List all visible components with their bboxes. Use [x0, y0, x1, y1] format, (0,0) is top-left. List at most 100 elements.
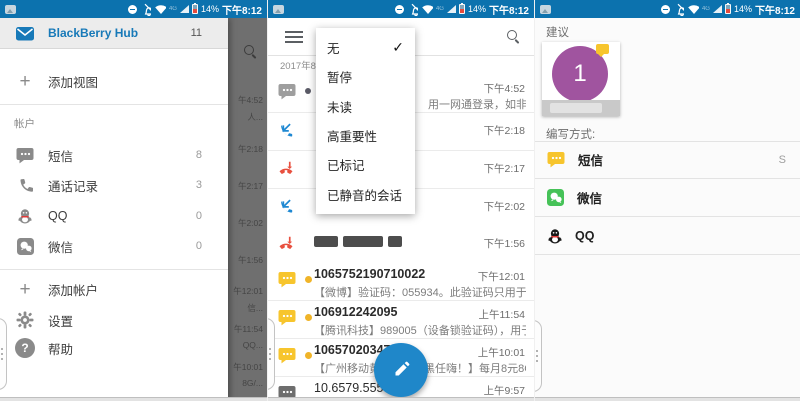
screen-bottom-edge — [535, 397, 800, 401]
qq-icon — [18, 209, 32, 224]
screenshot-notification-icon — [273, 4, 284, 14]
sidebar-item-label: 微信 — [48, 240, 74, 255]
do-not-disturb-icon — [394, 4, 404, 14]
compose-method-wechat[interactable]: 微信 — [535, 179, 800, 217]
row-sender: 106912242095 — [314, 305, 398, 319]
bg-fragment: 午11:54 — [233, 324, 263, 334]
hub-row-sms[interactable]: 1065752190710022 下午12:01 【微博】验证码：055934。… — [268, 263, 534, 301]
compose-method-label: 编写方式: — [546, 129, 596, 141]
sidebar-item-sms[interactable]: 短信 8 — [0, 140, 228, 170]
menu-item-label: 未读 — [327, 100, 353, 115]
compose-method-sms[interactable]: 短信 S — [535, 141, 800, 179]
compose-suggestions-screen: 4G 14% 下午8:12 建议 1 编写方式: 短信 S 微信 QQ — [534, 0, 800, 401]
menu-icon[interactable] — [285, 31, 303, 33]
productivity-tab-handle[interactable] — [535, 320, 542, 392]
hub-list-screen: 4G 14% 下午8:12 2017年8月 下午4:52 用一网通登录，如非本人… — [267, 0, 534, 401]
add-view-label: 添加视图 — [48, 75, 99, 90]
sidebar-item-label: QQ — [48, 209, 68, 223]
sms-icon — [278, 310, 296, 326]
row-time: 上午10:01 — [477, 347, 525, 359]
search-icon — [244, 45, 256, 57]
row-time: 下午2:17 — [483, 163, 525, 175]
sidebar-item-label: 短信 — [48, 149, 74, 164]
bg-fragment: 午2:17 — [237, 181, 263, 191]
bg-fragment: 午4:52 — [237, 95, 263, 105]
do-not-disturb-icon — [127, 4, 137, 14]
hub-row-sms[interactable]: 106912242095 上午11:54 【腾讯科技】989005（设备锁验证码… — [268, 301, 534, 339]
incoming-call-icon — [281, 199, 293, 213]
menu-item-high-importance[interactable]: 高重要性 — [316, 121, 415, 150]
compose-method-qq[interactable]: QQ — [535, 217, 800, 255]
row-time: 下午2:18 — [483, 125, 525, 137]
suggestions-title: 建议 — [546, 27, 569, 39]
clock: 下午8:12 — [488, 5, 529, 17]
bg-fragment: QQ... — [242, 340, 263, 350]
productivity-tab-handle[interactable] — [268, 318, 275, 390]
menu-item-unread[interactable]: 未读 — [316, 92, 415, 121]
notifications-off-icon — [677, 3, 684, 16]
menu-item-none[interactable]: 无 ✓ — [316, 33, 415, 62]
wifi-icon — [422, 5, 433, 14]
settings-item[interactable]: 设置 — [0, 305, 228, 335]
sidebar-item-call-log[interactable]: 通话记录 3 — [0, 170, 228, 200]
hub-row-call-missed[interactable]: 下午1:56 — [268, 226, 534, 264]
unread-count: 0 — [195, 240, 202, 252]
cell-signal-icon — [712, 5, 722, 13]
unread-count: 8 — [195, 149, 202, 161]
sms-icon — [547, 152, 565, 168]
sms-badge-icon — [596, 44, 609, 57]
search-icon[interactable] — [507, 30, 519, 42]
network-type-label: 4G — [435, 6, 444, 12]
app-title: BlackBerry Hub — [48, 26, 139, 40]
battery-percent: 14% — [200, 4, 219, 14]
wechat-icon — [547, 188, 564, 206]
productivity-tab-handle[interactable] — [0, 318, 7, 390]
divider — [0, 269, 228, 270]
wifi-icon — [688, 5, 699, 14]
menu-item-label: 无 — [327, 42, 340, 57]
unread-count: 3 — [195, 179, 202, 191]
unread-dot — [305, 314, 312, 321]
sidebar-item-label: 设置 — [48, 314, 74, 329]
screenshot-triptych: 4G 14% 下午8:12 午4:52 人... 午2:18 午2:17 午2:… — [0, 0, 800, 401]
menu-item-label: 高重要性 — [327, 130, 378, 145]
missed-call-icon — [279, 161, 293, 174]
help-item[interactable]: ? 帮助 — [0, 333, 228, 363]
row-time: 下午12:01 — [477, 271, 525, 283]
add-account-item[interactable]: + 添加帐户 — [0, 274, 228, 304]
bg-fragment: 午2:18 — [237, 144, 263, 154]
hub-unread-count: 11 — [190, 27, 202, 39]
menu-item-paused[interactable]: 暂停 — [316, 62, 415, 91]
hub-envelope-icon — [15, 25, 35, 41]
menu-item-muted-conversations[interactable]: 已静音的会话 — [316, 180, 415, 209]
add-view-item[interactable]: + 添加视图 — [0, 66, 228, 96]
sidebar-item-qq[interactable]: QQ 0 — [0, 201, 228, 231]
sidebar-item-label: 添加帐户 — [48, 283, 99, 298]
compose-fab[interactable] — [374, 343, 428, 397]
unread-dot — [305, 276, 312, 283]
row-preview: 【腾讯科技】989005（设备锁验证码），用于QQ... — [314, 325, 526, 337]
status-dot — [305, 88, 311, 94]
battery-icon — [724, 3, 731, 14]
suggested-contact-card[interactable]: 1 — [542, 42, 620, 116]
missed-call-icon — [279, 236, 293, 249]
do-not-disturb-icon — [660, 4, 670, 14]
clock: 下午8:12 — [754, 5, 795, 17]
menu-item-label: 已标记 — [327, 159, 365, 174]
drawer-header[interactable]: BlackBerry Hub 11 — [0, 18, 228, 49]
accounts-section-label: 帐户 — [14, 118, 35, 130]
unread-dot — [305, 352, 312, 359]
notifications-off-icon — [144, 3, 151, 16]
plus-icon: + — [19, 278, 31, 300]
clock: 下午8:12 — [221, 5, 262, 17]
row-time: 上午9:57 — [483, 385, 525, 397]
plus-icon: + — [19, 70, 31, 92]
sms-icon — [16, 147, 34, 163]
row-time: 下午1:56 — [483, 238, 525, 250]
menu-item-flagged[interactable]: 已标记 — [316, 150, 415, 179]
bg-fragment: 信... — [247, 303, 263, 313]
status-bar: 4G 14% 下午8:12 — [268, 0, 534, 18]
sidebar-item-wechat[interactable]: 微信 0 — [0, 231, 228, 261]
status-bar: 4G 14% 下午8:12 — [535, 0, 800, 18]
network-type-label: 4G — [168, 6, 177, 12]
